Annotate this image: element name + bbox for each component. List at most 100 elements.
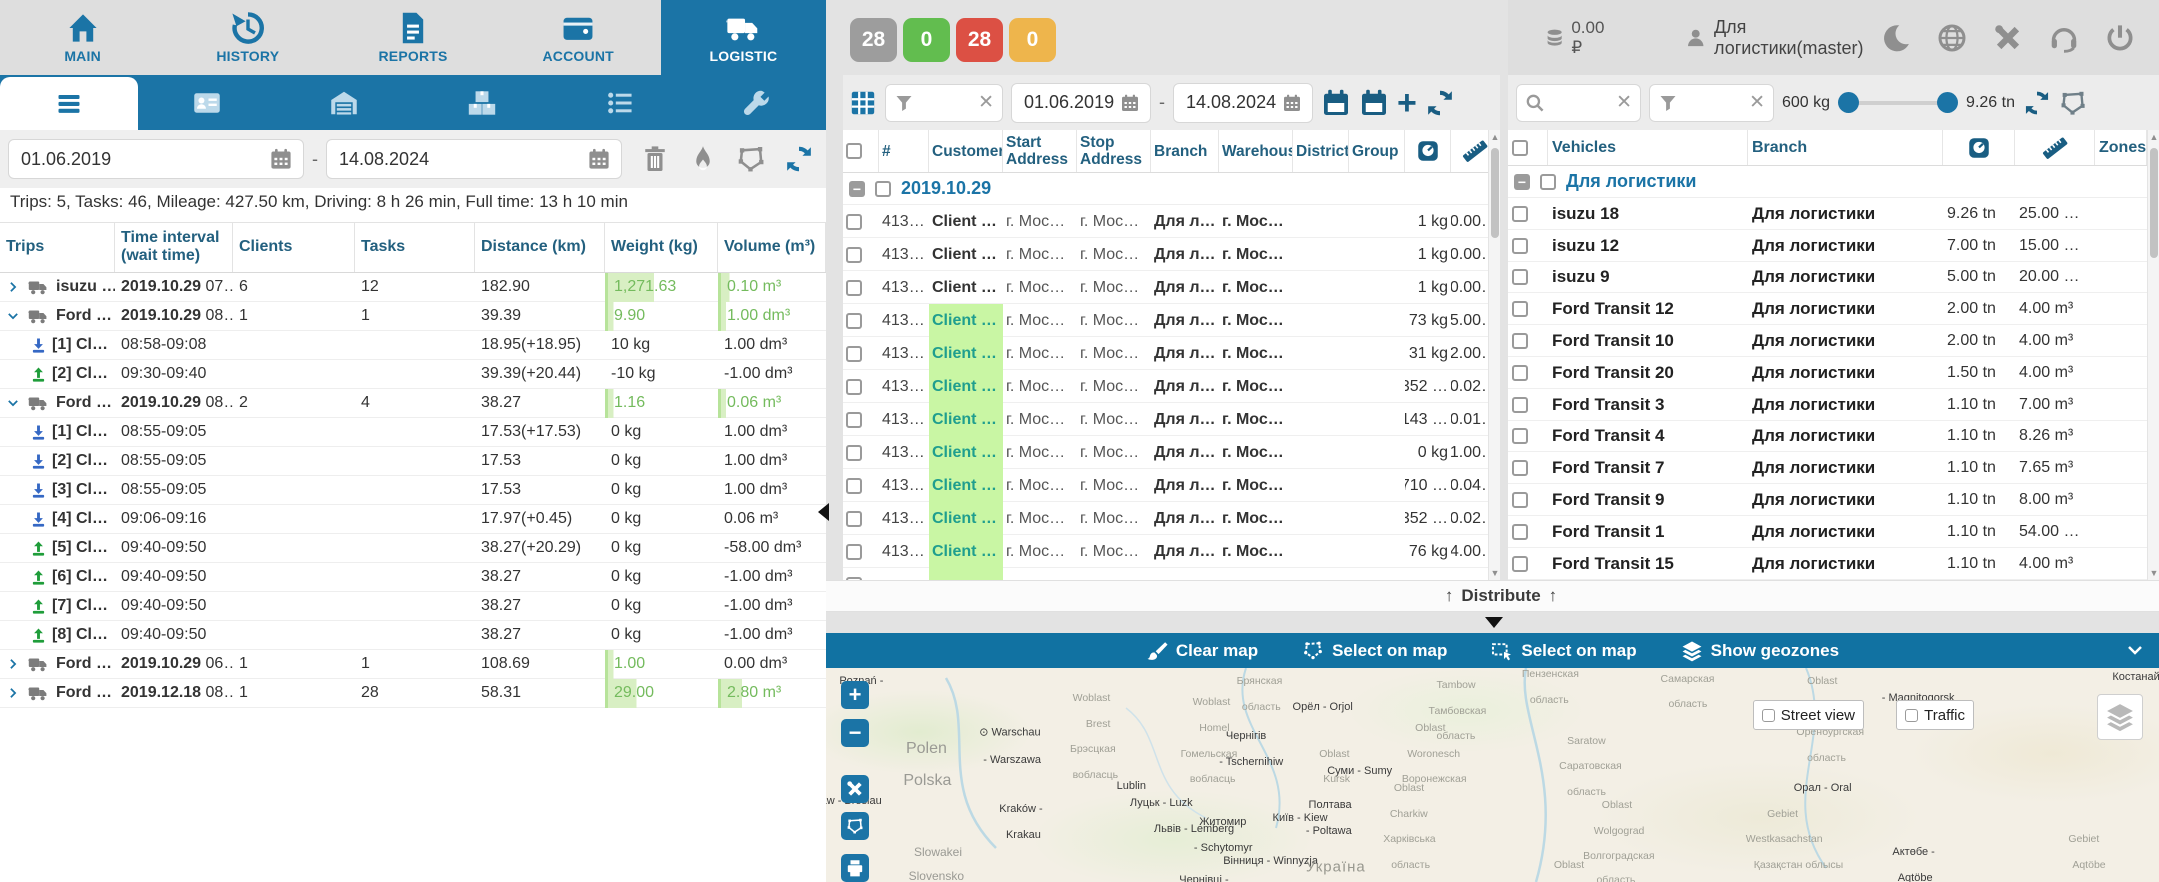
orders-date-from[interactable] xyxy=(1011,83,1151,123)
order-row[interactable]: 413…Client …г. Мос…г. Мос…Для л…г. Мос…7… xyxy=(843,535,1500,568)
row-checkbox[interactable] xyxy=(846,412,862,428)
vehicles-scrollbar[interactable]: ▲ ▼ xyxy=(2147,130,2159,580)
row-checkbox[interactable] xyxy=(846,445,862,461)
trips-date-from-input[interactable] xyxy=(19,148,269,171)
map[interactable]: Poznań -PolenPolska⊙ Warschau- WarszawaW… xyxy=(826,668,2159,882)
refresh-trips-icon[interactable] xyxy=(784,144,814,174)
row-checkbox[interactable] xyxy=(846,346,862,362)
orders-date-to[interactable] xyxy=(1173,83,1313,123)
logout-icon[interactable] xyxy=(2105,23,2135,53)
map-draw-geozone-button[interactable] xyxy=(841,812,869,840)
map-layers-button[interactable] xyxy=(2097,694,2143,740)
row-checkbox[interactable] xyxy=(846,247,862,263)
vehicle-row[interactable]: Ford Transit 15Для логистики1.10 tn4.00 … xyxy=(1508,548,2147,580)
calendar-icon[interactable] xyxy=(587,147,611,171)
order-row[interactable]: 413…Client …г. Мос…г. Мос…Для л…г. Мос…1… xyxy=(843,238,1500,271)
account-user[interactable]: Для логистики(master) xyxy=(1685,17,1881,59)
settings-tools-icon[interactable] xyxy=(1993,23,2023,53)
tab-tasks[interactable] xyxy=(551,75,689,130)
orders-group-row[interactable]: − 2019.10.29 xyxy=(843,173,1500,205)
clear-search-icon[interactable]: ✕ xyxy=(1616,93,1632,112)
trips-date-from[interactable] xyxy=(8,139,304,179)
scroll-down-icon[interactable]: ▼ xyxy=(2148,566,2159,580)
collapse-group-icon[interactable]: − xyxy=(849,181,865,197)
row-checkbox[interactable] xyxy=(846,214,862,230)
row-checkbox[interactable] xyxy=(846,544,862,560)
orders-date-to-input[interactable] xyxy=(1184,91,1282,114)
vehicles-filter-input[interactable] xyxy=(1684,93,1743,113)
vehicle-row[interactable]: Ford Transit 1Для логистики1.10 tn54.00 … xyxy=(1508,516,2147,548)
scrollbar-thumb[interactable] xyxy=(2150,148,2158,258)
order-row[interactable]: 413…Client …г. Мос…г. Мос…Для л…г. Мос…7… xyxy=(843,304,1500,337)
order-row[interactable]: 413…Client …г. Мос…г. Мос…Для л…г. Мос…1… xyxy=(843,205,1500,238)
add-order-button[interactable]: + xyxy=(1397,90,1417,116)
orders-date-from-input[interactable] xyxy=(1022,91,1120,114)
row-checkbox[interactable] xyxy=(1512,301,1528,317)
vehicles-search-input[interactable] xyxy=(1551,93,1610,113)
status-badge-1[interactable]: 0 xyxy=(903,18,950,62)
chevron-down-icon[interactable] xyxy=(6,309,20,323)
scrollbar-thumb[interactable] xyxy=(1491,148,1499,238)
orders-scrollbar[interactable]: ▲ ▼ xyxy=(1488,130,1500,580)
row-checkbox[interactable] xyxy=(1512,269,1528,285)
street-view-toggle[interactable]: Street view xyxy=(1753,700,1864,730)
row-checkbox[interactable] xyxy=(846,478,862,494)
scroll-up-icon[interactable]: ▲ xyxy=(1489,130,1501,144)
nav-item-account[interactable]: ACCOUNT xyxy=(496,0,661,75)
vehicle-row[interactable]: isuzu 12Для логистики7.00 tn15.00 … xyxy=(1508,230,2147,262)
order-row[interactable]: 413…Client …г. Мос…г. Мос…Для л…г. Мос…3… xyxy=(843,502,1500,535)
vehicle-row[interactable]: Ford Transit 3Для логистики1.10 tn7.00 m… xyxy=(1508,389,2147,421)
status-badge-2[interactable]: 28 xyxy=(956,18,1003,62)
map-print-button[interactable] xyxy=(841,854,869,882)
heatmap-icon[interactable] xyxy=(688,144,718,174)
collapse-map-toolbar-icon[interactable] xyxy=(2125,640,2145,660)
order-row[interactable] xyxy=(843,568,1500,580)
chevron-right-icon[interactable] xyxy=(6,280,20,294)
vehicle-row[interactable]: Ford Transit 20Для логистики1.50 tn4.00 … xyxy=(1508,357,2147,389)
scroll-down-icon[interactable]: ▼ xyxy=(1489,566,1501,580)
calendar-icon[interactable] xyxy=(269,147,293,171)
tab-warehouses[interactable] xyxy=(275,75,413,130)
vehicle-row[interactable]: isuzu 18Для логистики9.26 tn25.00 … xyxy=(1508,198,2147,230)
order-row[interactable]: 413…Client …г. Мос…г. Мос…Для л…г. Мос…7… xyxy=(843,469,1500,502)
chevron-right-icon[interactable] xyxy=(6,686,20,700)
nav-item-reports[interactable]: REPORTS xyxy=(330,0,495,75)
select-on-map-rect-button[interactable]: Select on map xyxy=(1491,640,1636,662)
row-checkbox[interactable] xyxy=(846,313,862,329)
street-view-checkbox[interactable] xyxy=(1762,709,1775,722)
clear-filter-icon[interactable]: ✕ xyxy=(978,93,994,112)
vehicle-row[interactable]: isuzu 9Для логистики5.00 tn20.00 … xyxy=(1508,262,2147,294)
calendar-period-icon[interactable] xyxy=(1359,88,1389,118)
delete-trips-icon[interactable] xyxy=(640,144,670,174)
language-icon[interactable] xyxy=(1937,23,1967,53)
orders-filter-input[interactable] xyxy=(920,93,972,113)
order-row[interactable]: 413…Client …г. Мос…г. Мос…Для л…г. Мос…3… xyxy=(843,370,1500,403)
trip-row[interactable]: Ford …2019.10.29 08…1139.399.901.00 dm³ xyxy=(0,302,826,331)
support-icon[interactable] xyxy=(2049,23,2079,53)
row-checkbox[interactable] xyxy=(1512,428,1528,444)
row-checkbox[interactable] xyxy=(1512,365,1528,381)
row-checkbox[interactable] xyxy=(846,280,862,296)
status-badge-3[interactable]: 0 xyxy=(1009,18,1056,62)
tab-trips[interactable] xyxy=(0,77,138,130)
chevron-down-icon[interactable] xyxy=(6,396,20,410)
clear-filter-icon[interactable]: ✕ xyxy=(1749,93,1765,112)
row-checkbox[interactable] xyxy=(1512,556,1528,572)
dark-mode-icon[interactable] xyxy=(1881,23,1911,53)
tab-drivers[interactable] xyxy=(138,75,276,130)
collapse-left-panel-handle[interactable] xyxy=(818,503,829,521)
task-row[interactable]: [2] Cl…08:55-09:0517.530 kg1.00 dm³ xyxy=(0,447,826,476)
weight-range-slider[interactable] xyxy=(1842,101,1954,105)
map-zoom-out-button[interactable]: − xyxy=(841,719,869,747)
orders-filter[interactable]: ✕ xyxy=(885,84,1003,122)
row-checkbox[interactable] xyxy=(1512,492,1528,508)
vehicle-row[interactable]: Ford Transit 10Для логистики2.00 tn4.00 … xyxy=(1508,325,2147,357)
refresh-vehicles-icon[interactable] xyxy=(2023,89,2051,117)
calendar-icon[interactable] xyxy=(1120,93,1140,113)
order-row[interactable]: 413…Client …г. Мос…г. Мос…Для л…г. Мос…3… xyxy=(843,337,1500,370)
trip-row[interactable]: isuzu …2019.10.29 07…612182.901,271.630.… xyxy=(0,273,826,302)
task-row[interactable]: [5] Cl…09:40-09:5038.27(+20.29)0 kg-58.0… xyxy=(0,534,826,563)
trip-row[interactable]: Ford …2019.12.18 08…12858.3129.002.80 m³ xyxy=(0,679,826,708)
map-tools-button[interactable] xyxy=(841,775,869,803)
nav-item-main[interactable]: MAIN xyxy=(0,0,165,75)
